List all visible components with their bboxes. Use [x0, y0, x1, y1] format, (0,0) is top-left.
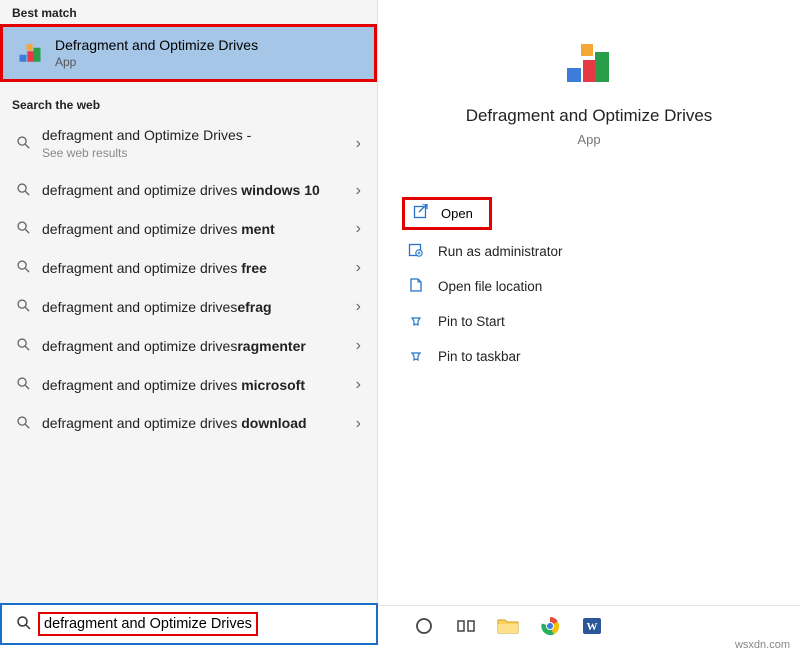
web-result-item[interactable]: defragment and optimize drives microsoft… [0, 366, 377, 405]
preview-sub: App [398, 132, 780, 147]
open-highlight: Open [402, 197, 492, 230]
action-run-admin[interactable]: Run as administrator [396, 234, 782, 269]
chevron-right-icon: › [350, 298, 367, 316]
web-result-text: defragment and optimize drives ment [42, 220, 340, 239]
web-result-item[interactable]: defragment and optimize drives ment › [0, 210, 377, 249]
search-icon [14, 220, 32, 238]
search-icon [10, 615, 38, 634]
results-panel: Best match Defragment and Optimize Drive… [0, 0, 378, 604]
action-pin-start-label: Pin to Start [438, 314, 505, 329]
chrome-icon[interactable] [538, 614, 562, 638]
web-result-text: defragment and optimize drives download [42, 414, 340, 433]
web-result-item[interactable]: defragment and optimize drives free › [0, 249, 377, 288]
search-box[interactable]: defragment and Optimize Drives [0, 603, 378, 645]
web-result-item[interactable]: defragment and optimize drivesragmenter › [0, 327, 377, 366]
search-icon [14, 135, 32, 153]
action-open[interactable]: Open [441, 206, 473, 221]
search-icon [14, 298, 32, 316]
action-pin-taskbar[interactable]: Pin to taskbar [396, 339, 782, 374]
search-icon [14, 376, 32, 394]
web-result-text: defragment and optimize drivesragmenter [42, 337, 340, 356]
chevron-right-icon: › [350, 182, 367, 200]
search-web-label: Search the web [0, 92, 377, 116]
chevron-right-icon: › [350, 415, 367, 433]
chevron-right-icon: › [350, 337, 367, 355]
search-icon [14, 415, 32, 433]
chevron-right-icon: › [350, 376, 367, 394]
word-icon[interactable]: W [580, 614, 604, 638]
web-result-text: defragment and Optimize Drives - See web… [42, 126, 340, 161]
search-icon [14, 337, 32, 355]
web-result-item[interactable]: defragment and optimize drives windows 1… [0, 171, 377, 210]
preview-panel: Defragment and Optimize Drives App Open … [378, 0, 800, 604]
action-pin-start[interactable]: Pin to Start [396, 304, 782, 339]
web-result-item[interactable]: defragment and optimize drives download › [0, 404, 377, 443]
action-pin-taskbar-label: Pin to taskbar [438, 349, 521, 364]
pin-taskbar-icon [406, 347, 426, 366]
web-result-text: defragment and optimize drives windows 1… [42, 181, 340, 200]
web-result-text: defragment and optimize drives microsoft [42, 376, 340, 395]
best-match-label: Best match [0, 0, 377, 24]
web-result-text: defragment and optimize drives free [42, 259, 340, 278]
action-open-location-label: Open file location [438, 279, 542, 294]
web-result-text: defragment and optimize drivesefrag [42, 298, 340, 317]
best-match-sub: App [55, 55, 258, 69]
chevron-right-icon: › [350, 220, 367, 238]
preview-title: Defragment and Optimize Drives [398, 106, 780, 126]
best-match-highlight: Defragment and Optimize Drives App [0, 24, 377, 82]
file-location-icon [406, 277, 426, 296]
cortana-icon[interactable] [412, 614, 436, 638]
svg-text:W: W [587, 621, 598, 633]
web-results-list: defragment and Optimize Drives - See web… [0, 116, 377, 604]
defrag-app-icon [15, 38, 45, 68]
action-run-admin-label: Run as administrator [438, 244, 563, 259]
pin-start-icon [406, 312, 426, 331]
task-view-icon[interactable] [454, 614, 478, 638]
defrag-large-icon [561, 36, 617, 92]
best-match-title: Defragment and Optimize Drives [55, 37, 258, 53]
open-icon [413, 204, 429, 223]
chevron-right-icon: › [350, 259, 367, 277]
search-input[interactable]: defragment and Optimize Drives [38, 612, 258, 636]
chevron-right-icon: › [350, 135, 367, 153]
web-result-item[interactable]: defragment and Optimize Drives - See web… [0, 116, 377, 171]
watermark: wsxdn.com [735, 639, 790, 651]
search-icon [14, 259, 32, 277]
web-result-item[interactable]: defragment and optimize drivesefrag › [0, 288, 377, 327]
action-open-location[interactable]: Open file location [396, 269, 782, 304]
file-explorer-icon[interactable] [496, 614, 520, 638]
search-icon [14, 182, 32, 200]
admin-icon [406, 242, 426, 261]
best-match-item[interactable]: Defragment and Optimize Drives App [3, 27, 374, 79]
